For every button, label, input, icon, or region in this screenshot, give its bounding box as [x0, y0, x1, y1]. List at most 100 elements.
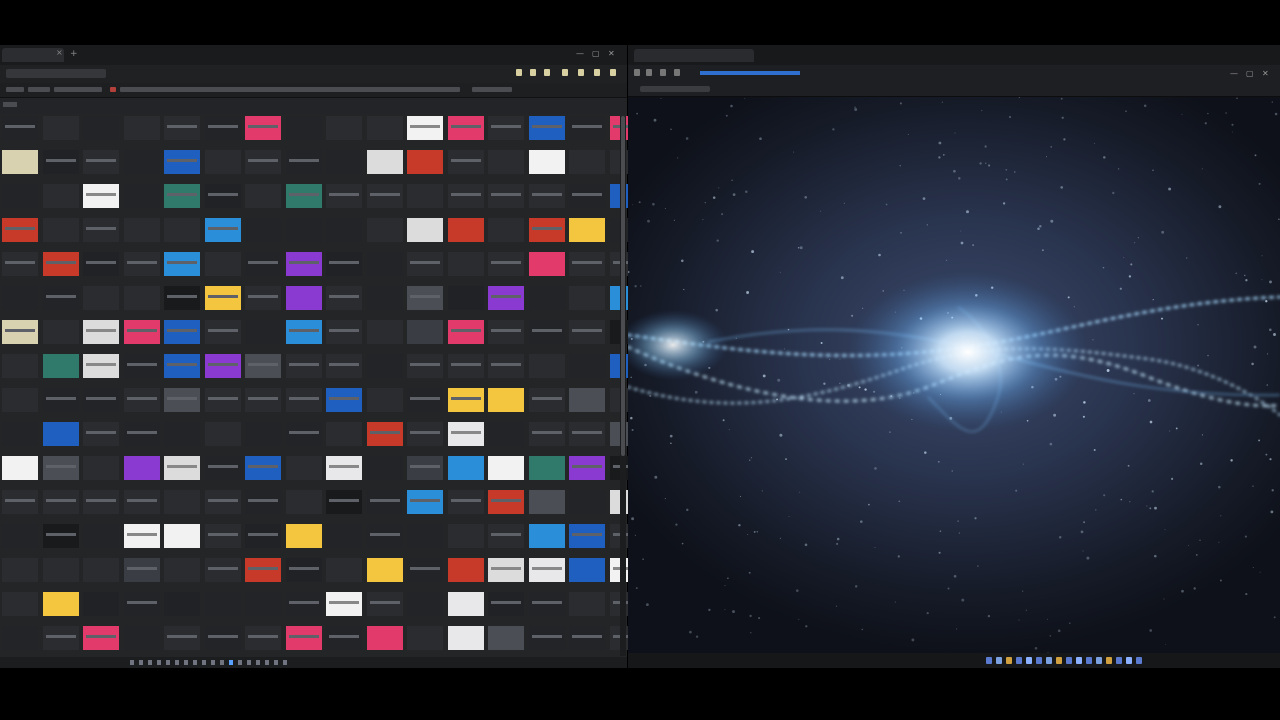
thumbnail[interactable]: [204, 252, 241, 276]
thumbnail[interactable]: [407, 626, 443, 650]
thumbnail[interactable]: [569, 592, 605, 616]
thumbnail[interactable]: [447, 252, 484, 276]
thumbnail[interactable]: [447, 524, 484, 548]
thumbnail[interactable]: [569, 354, 605, 378]
thumbnail[interactable]: [488, 558, 524, 582]
thumbnail[interactable]: [488, 218, 524, 242]
thumbnail[interactable]: [123, 150, 160, 174]
thumbnail[interactable]: [407, 320, 443, 344]
thumbnail[interactable]: [2, 354, 38, 378]
thumbnail[interactable]: [407, 286, 443, 310]
viewer-minimize-icon[interactable]: —: [1230, 69, 1238, 78]
thumbnail[interactable]: [204, 422, 241, 446]
home-button[interactable]: [674, 69, 680, 76]
thumbnail[interactable]: [447, 558, 484, 582]
thumbnail[interactable]: [245, 388, 281, 412]
page-button[interactable]: [184, 660, 188, 665]
thumbnail[interactable]: [83, 252, 119, 276]
thumbnail[interactable]: [123, 116, 160, 140]
thumbnail[interactable]: [366, 524, 403, 548]
thumbnail[interactable]: [528, 184, 565, 208]
thumbnail[interactable]: [326, 422, 362, 446]
thumbnail[interactable]: [123, 388, 160, 412]
thumbnail[interactable]: [42, 456, 79, 480]
thumbnail[interactable]: [285, 524, 322, 548]
thumbnail[interactable]: [447, 388, 484, 412]
thumbnail[interactable]: [123, 320, 160, 344]
thumbnail[interactable]: [366, 150, 403, 174]
thumbnail[interactable]: [2, 422, 38, 446]
thumbnail[interactable]: [83, 388, 119, 412]
close-icon[interactable]: ✕: [608, 49, 615, 58]
thumbnail[interactable]: [245, 592, 281, 616]
thumbnail[interactable]: [42, 116, 79, 140]
thumbnail[interactable]: [42, 626, 79, 650]
minimize-icon[interactable]: —: [576, 49, 584, 58]
thumbnail[interactable]: [123, 558, 160, 582]
viewer-tool-icon[interactable]: [1066, 657, 1072, 664]
toolbar-button[interactable]: [544, 69, 550, 76]
thumbnail[interactable]: [164, 354, 200, 378]
thumbnail[interactable]: [83, 422, 119, 446]
address-field[interactable]: [6, 69, 106, 78]
page-button[interactable]: [157, 660, 161, 665]
thumbnail[interactable]: [569, 558, 605, 582]
thumbnail[interactable]: [488, 422, 524, 446]
page-button[interactable]: [193, 660, 197, 665]
toolbar-button[interactable]: [594, 69, 600, 76]
thumbnail[interactable]: [447, 354, 484, 378]
thumbnail[interactable]: [528, 218, 565, 242]
thumbnail[interactable]: [164, 558, 200, 582]
thumbnail[interactable]: [42, 558, 79, 582]
tab-close-icon[interactable]: ×: [56, 48, 63, 57]
thumbnail[interactable]: [488, 626, 524, 650]
thumbnail[interactable]: [204, 184, 241, 208]
thumbnail[interactable]: [83, 116, 119, 140]
thumbnail[interactable]: [528, 286, 565, 310]
search-input[interactable]: [120, 87, 460, 92]
thumbnail[interactable]: [488, 524, 524, 548]
thumbnail[interactable]: [2, 150, 38, 174]
thumbnail[interactable]: [407, 354, 443, 378]
thumbnail[interactable]: [245, 116, 281, 140]
thumbnail[interactable]: [488, 320, 524, 344]
thumbnail[interactable]: [528, 422, 565, 446]
thumbnail[interactable]: [447, 320, 484, 344]
thumbnail[interactable]: [569, 456, 605, 480]
thumbnail[interactable]: [204, 524, 241, 548]
thumbnail[interactable]: [164, 116, 200, 140]
thumbnail[interactable]: [83, 626, 119, 650]
new-tab-icon[interactable]: +: [70, 49, 78, 59]
thumbnail[interactable]: [407, 592, 443, 616]
page-button[interactable]: [256, 660, 260, 665]
thumbnail[interactable]: [569, 422, 605, 446]
thumbnail[interactable]: [204, 558, 241, 582]
thumbnail[interactable]: [447, 422, 484, 446]
reload-button[interactable]: [660, 69, 666, 76]
page-button[interactable]: [238, 660, 242, 665]
thumbnail[interactable]: [407, 456, 443, 480]
thumbnail[interactable]: [245, 320, 281, 344]
thumbnail[interactable]: [204, 116, 241, 140]
thumbnail[interactable]: [326, 286, 362, 310]
thumbnail[interactable]: [285, 626, 322, 650]
thumbnail[interactable]: [83, 354, 119, 378]
thumbnail[interactable]: [42, 218, 79, 242]
thumbnail[interactable]: [285, 150, 322, 174]
thumbnail[interactable]: [204, 286, 241, 310]
page-button[interactable]: [139, 660, 143, 665]
thumbnail[interactable]: [488, 252, 524, 276]
thumbnail[interactable]: [204, 592, 241, 616]
thumbnail[interactable]: [245, 626, 281, 650]
thumbnail[interactable]: [245, 150, 281, 174]
viewer-tab[interactable]: [634, 49, 754, 62]
thumbnail[interactable]: [366, 286, 403, 310]
thumbnail[interactable]: [488, 116, 524, 140]
thumbnail[interactable]: [204, 388, 241, 412]
thumbnail[interactable]: [488, 286, 524, 310]
thumbnail[interactable]: [528, 252, 565, 276]
thumbnail[interactable]: [326, 456, 362, 480]
thumbnail[interactable]: [488, 592, 524, 616]
thumbnail[interactable]: [245, 456, 281, 480]
page-button[interactable]: [130, 660, 134, 665]
